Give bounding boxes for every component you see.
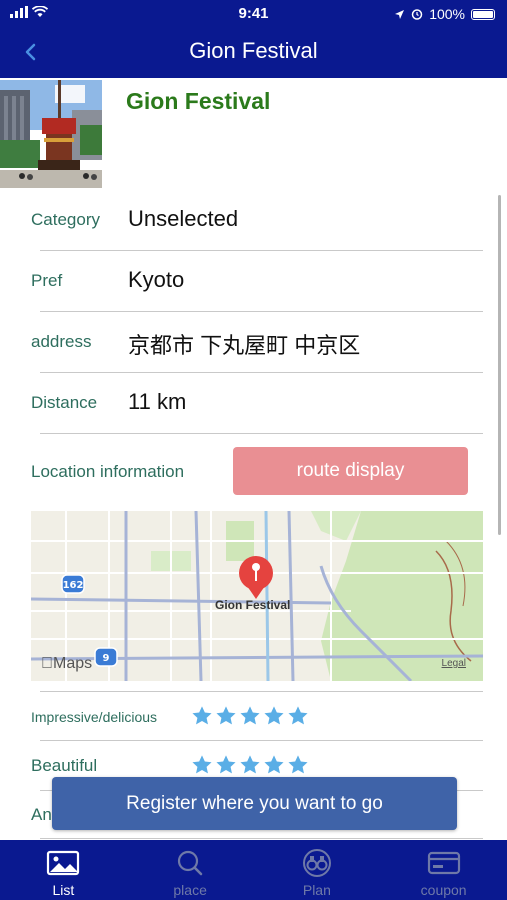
rating-label-beautiful: Beautiful	[31, 756, 98, 775]
detail-value: 11 km	[128, 389, 187, 414]
divider	[40, 691, 483, 692]
battery-icon	[471, 8, 495, 20]
star-icon[interactable]	[191, 754, 213, 776]
divider	[40, 740, 483, 741]
detail-content[interactable]: Category Unselected Pref Kyoto address 京…	[0, 190, 507, 840]
tab-coupon[interactable]: coupon	[380, 840, 507, 900]
detail-value: Kyoto	[128, 267, 185, 292]
tab-bar: List place Plan coupon	[0, 840, 507, 900]
route-shield-9: 9	[103, 653, 110, 664]
star-icon[interactable]	[215, 705, 237, 727]
place-thumbnail	[0, 80, 102, 188]
star-icon[interactable]	[239, 754, 261, 776]
detail-row-distance: Distance 11 km	[0, 373, 507, 434]
star-icon[interactable]	[287, 705, 309, 727]
detail-label: address	[31, 332, 92, 351]
detail-row-category: Category Unselected	[0, 190, 507, 251]
rating-stars-impressive[interactable]	[191, 705, 309, 727]
tab-label: Plan	[302, 882, 331, 898]
star-icon[interactable]	[215, 754, 237, 776]
rating-label-impressive: Impressive/delicious	[31, 709, 158, 725]
detail-row-address: address 京都市 下丸屋町 中京区	[0, 312, 507, 373]
search-icon	[178, 850, 203, 876]
detail-label: Distance	[31, 393, 98, 412]
tab-plan[interactable]: Plan	[254, 840, 381, 900]
place-header: Gion Festival	[0, 78, 507, 190]
location-label: Location information	[31, 462, 185, 481]
detail-row-pref: Pref Kyoto	[0, 251, 507, 312]
alarm-icon	[411, 9, 423, 20]
maps-logo-text: Maps	[41, 655, 92, 672]
tab-list[interactable]: List	[0, 840, 127, 900]
status-bar: 9:41 100%	[0, 0, 507, 28]
card-icon	[427, 851, 460, 875]
detail-value: 京都市 下丸屋町 中京区	[128, 333, 361, 358]
place-title: Gion Festival	[126, 88, 271, 114]
detail-label: Pref	[31, 271, 63, 290]
tab-label: place	[173, 882, 207, 898]
apple-maps-logo: Maps	[41, 655, 92, 673]
map-graphic: 162 9	[31, 511, 483, 681]
rating-stars-beautiful[interactable]	[191, 754, 309, 776]
route-shield-162: 162	[63, 580, 84, 591]
status-right-group: 100%	[394, 6, 495, 22]
tab-label: coupon	[420, 882, 467, 898]
map-pin-label: Gion Festival	[215, 598, 291, 612]
detail-label: Category	[31, 210, 100, 229]
star-icon[interactable]	[239, 705, 261, 727]
divider	[40, 433, 483, 434]
apple-logo-icon: 	[41, 655, 53, 672]
map-view[interactable]: 162 9 Gion Festival Maps Legal	[31, 511, 483, 681]
detail-value: Unselected	[128, 206, 239, 231]
map-legal-link[interactable]: Legal	[442, 658, 466, 669]
star-icon[interactable]	[191, 705, 213, 727]
star-icon[interactable]	[263, 754, 285, 776]
rating-label-partial: An	[31, 805, 52, 824]
tab-label: List	[52, 882, 75, 898]
route-display-button[interactable]: route display	[233, 447, 468, 495]
photo-icon	[47, 850, 80, 876]
nav-bar: Gion Festival	[0, 28, 507, 78]
battery-percent: 100%	[429, 6, 465, 22]
star-icon[interactable]	[263, 705, 285, 727]
divider	[40, 838, 483, 839]
location-arrow-icon	[395, 9, 405, 19]
tab-place[interactable]: place	[127, 840, 254, 900]
register-button[interactable]: Register where you want to go	[52, 777, 457, 830]
nav-title: Gion Festival	[189, 38, 318, 63]
star-icon[interactable]	[287, 754, 309, 776]
binoculars-icon	[302, 849, 331, 877]
